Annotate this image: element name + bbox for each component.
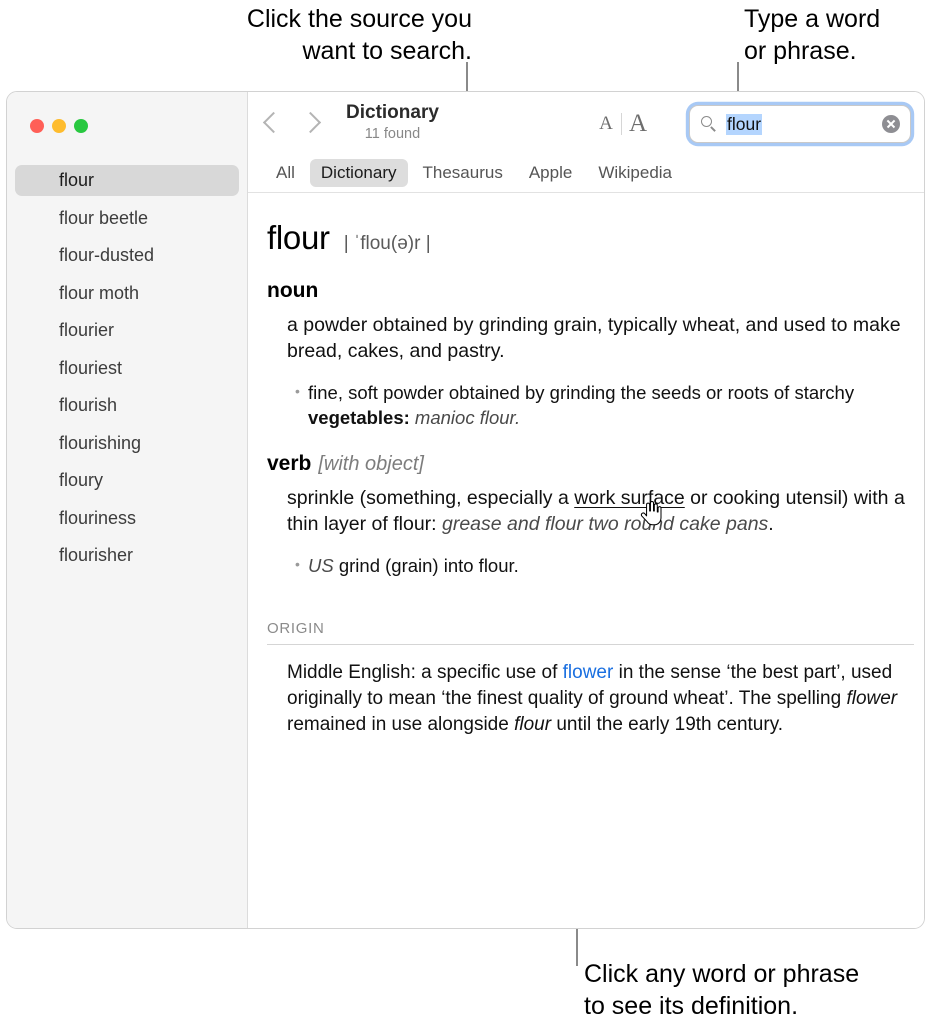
window-controls: [30, 119, 88, 133]
sidebar: flour flour beetle flour-dusted flour mo…: [7, 92, 248, 928]
origin-part-3: remained in use alongside: [287, 714, 515, 735]
origin-part-1: Middle English: a specific use of: [287, 662, 563, 683]
back-icon[interactable]: [262, 111, 285, 134]
subsense-example: manioc flour.: [409, 407, 521, 428]
subsense-noun-1: fine, soft powder obtained by grinding t…: [295, 379, 906, 430]
callout-click-word: Click any word or phrase to see its defi…: [584, 960, 860, 1020]
pronunciation: | ˈflou(ə)r |: [343, 233, 431, 254]
list-item[interactable]: flouriest: [15, 353, 239, 384]
zoom-button[interactable]: [74, 119, 88, 133]
word-label: flourishing: [59, 432, 142, 453]
tab-dictionary[interactable]: Dictionary: [309, 158, 408, 187]
word-label: flouriness: [59, 507, 137, 528]
origin-text: Middle English: a specific use of flower…: [287, 660, 906, 738]
cross-reference-link[interactable]: work surface: [574, 487, 685, 509]
divider: [267, 644, 914, 645]
list-item[interactable]: flourishing: [15, 428, 239, 459]
sense-noun-1: a powder obtained by grinding grain, typ…: [287, 314, 901, 362]
origin-italic-1: flower: [846, 688, 898, 709]
tab-apple[interactable]: Apple: [518, 159, 583, 187]
list-item[interactable]: flourier: [15, 315, 239, 346]
font-size-controls: A A: [591, 110, 654, 138]
list-item[interactable]: flour beetle: [15, 203, 239, 234]
word-label: flour-dusted: [59, 245, 155, 265]
callout-type-word: Type a word or phrase.: [744, 5, 881, 65]
word-label: flour: [59, 170, 95, 190]
list-item[interactable]: flour-dusted: [15, 240, 239, 271]
subsense-keyword: vegetables:: [308, 407, 410, 428]
word-label: flourier: [59, 320, 115, 340]
origin-part-4: until the early 19th century.: [551, 714, 784, 735]
origin-link[interactable]: flower: [563, 662, 614, 683]
grammar-note: [with object]: [318, 453, 424, 475]
list-item[interactable]: flouriness: [15, 503, 239, 534]
results-count: 11 found: [364, 126, 421, 143]
main-pane: Dictionary 11 found A A flour All Dictio…: [248, 92, 924, 928]
word-results-list[interactable]: flour flour beetle flour-dusted flour mo…: [7, 165, 247, 578]
word-label: flourisher: [59, 545, 134, 565]
headword: flour: [267, 219, 330, 256]
navigation-buttons: [262, 111, 322, 134]
origin-heading: ORIGIN: [267, 620, 325, 637]
callout-click-source: Click the source you want to search.: [246, 5, 472, 65]
word-label: flour moth: [59, 282, 140, 303]
close-button[interactable]: [30, 119, 44, 133]
toolbar: Dictionary 11 found A A flour: [248, 92, 924, 153]
tab-thesaurus[interactable]: Thesaurus: [412, 159, 514, 187]
list-item[interactable]: flourish: [15, 390, 239, 421]
subsense-verb-1: US grind (grain) into flour.: [295, 552, 906, 578]
list-item[interactable]: flourisher: [15, 540, 239, 571]
sense-text-start: sprinkle (something, especially a: [287, 487, 575, 509]
clear-search-icon[interactable]: [882, 115, 900, 133]
dictionary-window: flour flour beetle flour-dusted flour mo…: [6, 91, 925, 929]
word-label: flour beetle: [59, 207, 149, 228]
forward-icon[interactable]: [299, 111, 322, 134]
region-label: US: [308, 555, 334, 576]
origin-italic-2: flour: [514, 714, 552, 735]
subsense-text: fine, soft powder obtained by grinding t…: [308, 382, 855, 403]
subsense-text: grind (grain) into flour.: [333, 555, 519, 576]
toolbar-title-block: Dictionary 11 found: [346, 102, 439, 143]
tab-wikipedia[interactable]: Wikipedia: [587, 159, 683, 187]
list-item[interactable]: floury: [15, 465, 239, 496]
decrease-font-button[interactable]: A: [591, 113, 621, 135]
tab-all[interactable]: All: [265, 159, 306, 187]
search-field[interactable]: flour: [689, 105, 911, 143]
search-input-text: flour: [726, 113, 763, 135]
word-label: flouriest: [59, 357, 123, 378]
part-of-speech-noun: noun: [267, 279, 906, 303]
word-label: floury: [59, 470, 104, 490]
sense-example: grease and flour two round cake pans: [442, 513, 769, 535]
minimize-button[interactable]: [52, 119, 66, 133]
definition-content: flour | ˈflou(ə)r | noun a powder obtain…: [248, 193, 924, 928]
part-of-speech-verb: verb [with object]: [267, 452, 906, 476]
pos-label: noun: [267, 279, 319, 302]
pos-label: verb: [267, 452, 312, 475]
increase-font-button[interactable]: A: [622, 110, 654, 138]
list-item[interactable]: flour: [15, 165, 239, 196]
list-item[interactable]: flour moth: [15, 278, 239, 309]
search-icon: [701, 115, 718, 133]
sense-verb-1: sprinkle (something, especially a work s…: [287, 485, 906, 537]
word-label: flourish: [59, 395, 118, 415]
headword-line: flour | ˈflou(ə)r |: [267, 219, 906, 257]
source-tab-bar: All Dictionary Thesaurus Apple Wikipedia: [248, 153, 924, 193]
page-title: Dictionary: [346, 102, 439, 124]
sense-text-end: .: [768, 513, 774, 535]
